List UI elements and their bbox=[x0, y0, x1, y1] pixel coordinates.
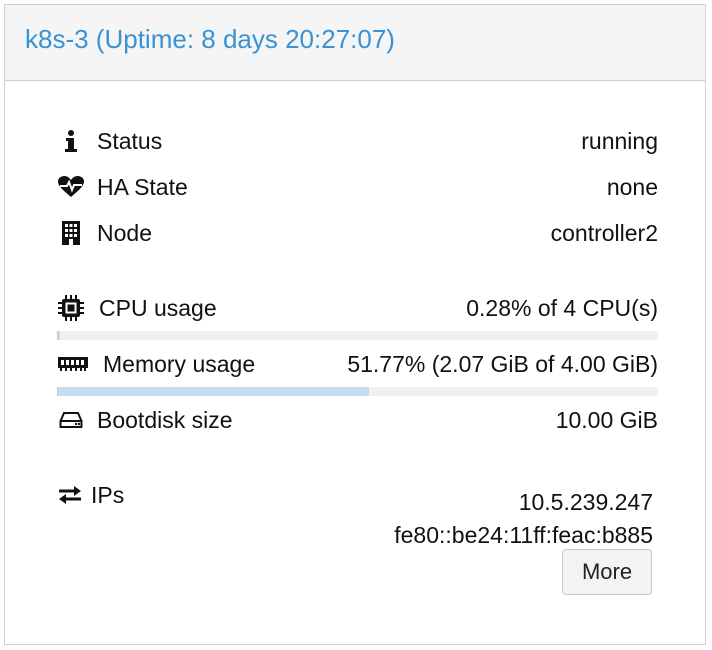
bootdisk-row: Bootdisk size 10.00 GiB bbox=[57, 406, 658, 434]
memory-usage-bar bbox=[57, 387, 658, 396]
memory-value: 51.77% (2.07 GiB of 4.00 GiB) bbox=[347, 350, 658, 377]
memory-row: Memory usage 51.77% (2.07 GiB of 4.00 Gi… bbox=[57, 350, 658, 378]
status-row: Status running bbox=[57, 127, 658, 155]
heartbeat-icon bbox=[57, 173, 85, 201]
ipv4-address: 10.5.239.247 bbox=[518, 489, 653, 515]
node-row: Node controller2 bbox=[57, 219, 658, 247]
node-value: controller2 bbox=[550, 219, 658, 246]
exchange-icon bbox=[57, 481, 83, 509]
cpu-icon bbox=[57, 294, 85, 322]
ip-list: 10.5.239.247 fe80::be24:11ff:feac:b885 bbox=[394, 486, 653, 552]
ips-row: IPs bbox=[57, 481, 124, 509]
cpu-usage-bar bbox=[57, 331, 658, 340]
node-label: Node bbox=[97, 219, 152, 246]
panel-header: k8s-3 (Uptime: 8 days 20:27:07) bbox=[5, 5, 705, 81]
memory-icon bbox=[57, 350, 89, 378]
memory-usage-bar-fill bbox=[58, 387, 369, 396]
ips-label: IPs bbox=[91, 481, 125, 508]
memory-label: Memory usage bbox=[103, 350, 256, 377]
status-value: running bbox=[581, 127, 658, 154]
ipv6-address: fe80::be24:11ff:feac:b885 bbox=[394, 522, 653, 548]
cpu-row: CPU usage 0.28% of 4 CPU(s) bbox=[57, 294, 658, 322]
cpu-value: 0.28% of 4 CPU(s) bbox=[466, 294, 658, 321]
building-icon bbox=[57, 219, 85, 247]
ha-state-row: HA State none bbox=[57, 173, 658, 201]
info-icon bbox=[57, 127, 85, 155]
cpu-label: CPU usage bbox=[99, 294, 217, 321]
bootdisk-value: 10.00 GiB bbox=[555, 406, 658, 433]
bootdisk-label: Bootdisk size bbox=[97, 406, 233, 433]
ha-state-value: none bbox=[606, 173, 658, 200]
hdd-icon bbox=[57, 406, 85, 434]
ha-state-label: HA State bbox=[97, 173, 188, 200]
cpu-usage-bar-fill bbox=[58, 331, 60, 340]
guest-summary-panel: k8s-3 (Uptime: 8 days 20:27:07) Status r… bbox=[4, 4, 706, 645]
status-label: Status bbox=[97, 127, 163, 154]
panel-title: k8s-3 (Uptime: 8 days 20:27:07) bbox=[25, 24, 395, 54]
more-button[interactable]: More bbox=[562, 549, 652, 595]
